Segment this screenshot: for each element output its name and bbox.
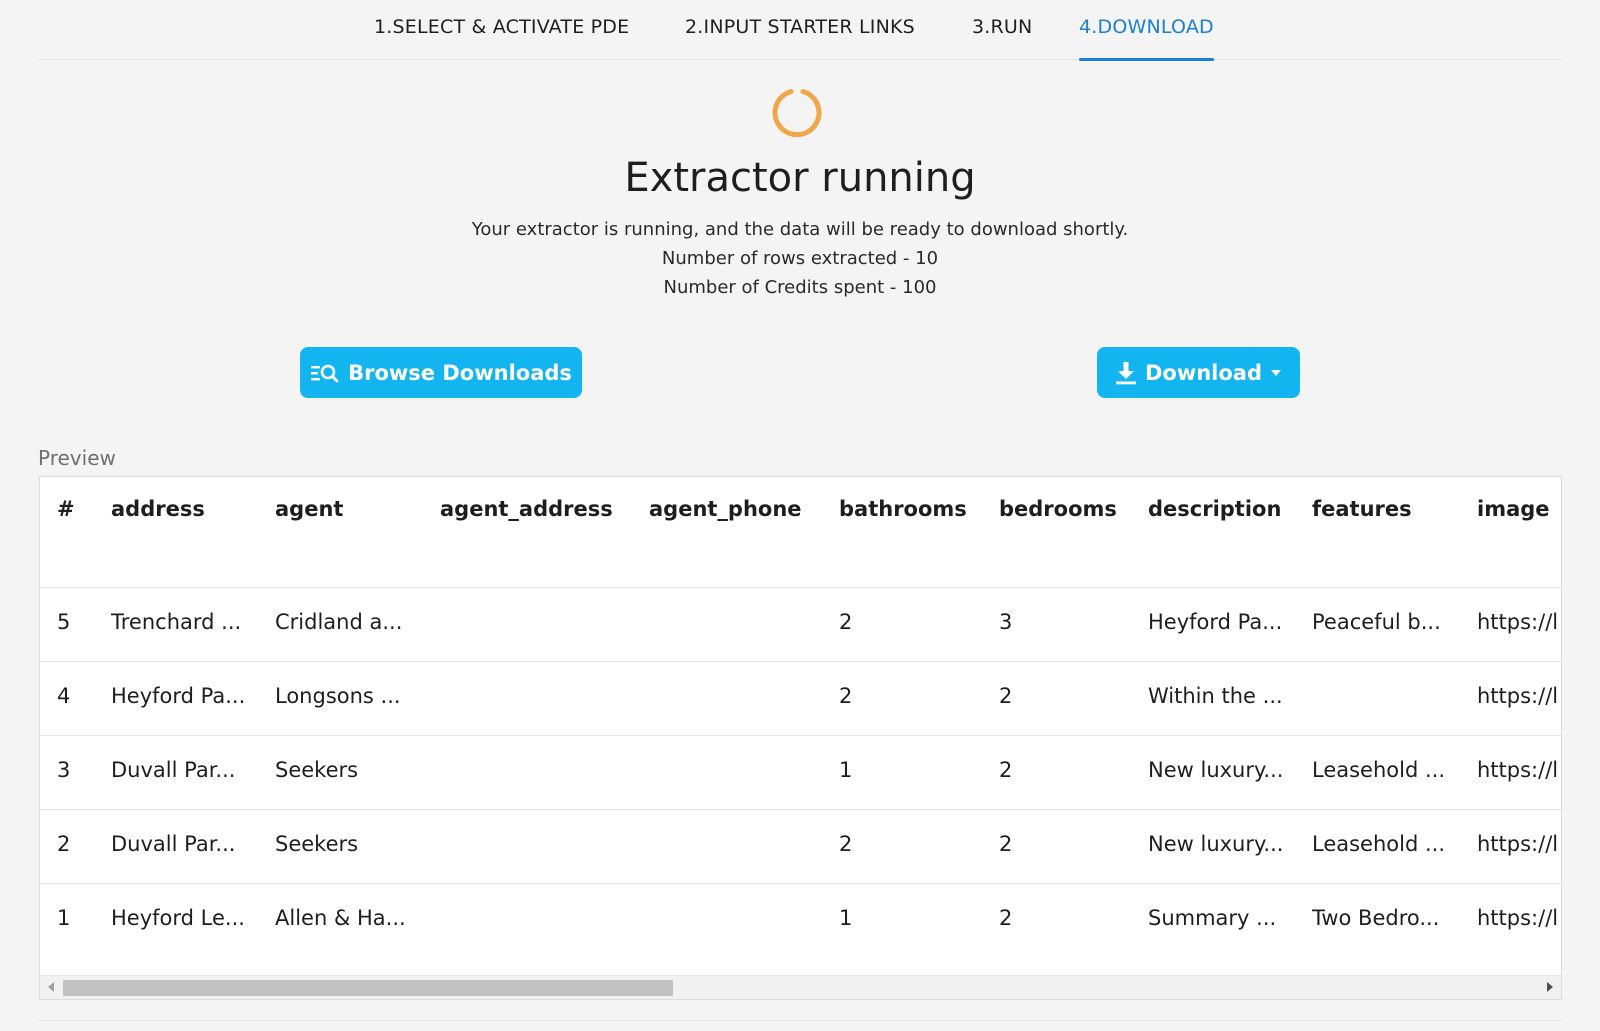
cell-image: https://l: [1477, 906, 1559, 930]
scroll-right-icon[interactable]: [1547, 982, 1553, 992]
column-header-bedrooms[interactable]: bedrooms: [999, 497, 1117, 521]
cell-index: 3: [57, 758, 71, 782]
cell-description: New luxury...: [1148, 758, 1284, 782]
step-tabs: 1.SELECT & ACTIVATE PDE 2.INPUT STARTER …: [38, 0, 1562, 61]
divider: [38, 1020, 1562, 1021]
tab-download[interactable]: 4.DOWNLOAD: [1079, 16, 1214, 61]
cell-bedrooms: 2: [999, 906, 1013, 930]
cell-image: https://l: [1477, 610, 1559, 634]
column-header-bathrooms[interactable]: bathrooms: [839, 497, 967, 521]
cell-features: Two Bedro...: [1312, 906, 1440, 930]
rows-extracted-text: Number of rows extracted - 10: [661, 248, 939, 269]
cell-agent: Allen & Ha...: [275, 906, 406, 930]
table-row[interactable]: 3 Duvall Par... Seekers 1 2 New luxury... Leas…: [40, 736, 1561, 810]
column-header-features[interactable]: features: [1312, 497, 1412, 521]
cell-description: New luxury...: [1148, 832, 1284, 856]
cell-bedrooms: 3: [999, 610, 1013, 634]
cell-index: 1: [57, 906, 71, 930]
cell-image: https://l: [1477, 684, 1559, 708]
cell-agent: Seekers: [275, 832, 359, 856]
caret-down-icon: [1271, 369, 1282, 376]
preview-table: # address agent agent_address agent_phon…: [39, 476, 1562, 1000]
preview-label: Preview: [38, 446, 116, 470]
loading-spinner-icon: [772, 89, 822, 138]
download-button[interactable]: Download: [1097, 347, 1300, 398]
column-header-address[interactable]: address: [111, 497, 205, 521]
browse-downloads-label: Browse Downloads: [348, 360, 572, 385]
cell-address: Trenchard ...: [111, 610, 242, 634]
cell-features: Leasehold ...: [1312, 758, 1446, 782]
table-row[interactable]: 2 Duvall Par... Seekers 2 2 New luxury... Leas…: [40, 810, 1561, 884]
cell-bedrooms: 2: [999, 758, 1013, 782]
cell-bathrooms: 2: [839, 610, 853, 634]
scroll-left-icon[interactable]: [48, 982, 54, 992]
cell-image: https://l: [1477, 758, 1559, 782]
cell-image: https://l: [1477, 832, 1559, 856]
cell-index: 2: [57, 832, 71, 856]
table-header: # address agent agent_address agent_phon…: [40, 477, 1561, 588]
extractor-page: 1.SELECT & ACTIVATE PDE 2.INPUT STARTER …: [0, 0, 1600, 1031]
download-label: Download: [1144, 360, 1263, 385]
cell-agent: Longsons ...: [275, 684, 401, 708]
status-message: Your extractor is running, and the data …: [471, 219, 1129, 240]
cell-description: Summary ...: [1148, 906, 1277, 930]
status-title: Extractor running: [624, 155, 976, 201]
cell-bathrooms: 1: [839, 758, 853, 782]
scrollbar-thumb[interactable]: [63, 980, 673, 996]
column-header-agent-address[interactable]: agent_address: [440, 497, 613, 521]
cell-description: Heyford Pa...: [1148, 610, 1283, 634]
horizontal-scrollbar[interactable]: [40, 975, 1561, 999]
cell-bathrooms: 2: [839, 832, 853, 856]
cell-bedrooms: 2: [999, 684, 1013, 708]
table-row[interactable]: 5 Trenchard ... Cridland a... 2 3 Heyford Pa.…: [40, 588, 1561, 662]
cell-features: Peaceful b...: [1312, 610, 1441, 634]
table-row[interactable]: 4 Heyford Pa... Longsons ... 2 2 Within the .…: [40, 662, 1561, 736]
browse-search-icon: [311, 364, 339, 382]
browse-downloads-button[interactable]: Browse Downloads: [300, 347, 582, 398]
cell-address: Heyford Pa...: [111, 684, 246, 708]
tab-select-activate-pde[interactable]: 1.SELECT & ACTIVATE PDE: [374, 16, 629, 60]
cell-index: 4: [57, 684, 71, 708]
column-header-description[interactable]: description: [1148, 497, 1281, 521]
cell-bathrooms: 2: [839, 684, 853, 708]
table-row[interactable]: 1 Heyford Le... Allen & Ha... 1 2 Summary ...…: [40, 884, 1561, 958]
cell-bedrooms: 2: [999, 832, 1013, 856]
credits-spent-text: Number of Credits spent - 100: [663, 277, 937, 298]
column-header-index[interactable]: #: [57, 497, 75, 521]
cell-bathrooms: 1: [839, 906, 853, 930]
cell-description: Within the ...: [1148, 684, 1283, 708]
cell-agent: Seekers: [275, 758, 359, 782]
cell-address: Duvall Par...: [111, 758, 236, 782]
column-header-agent-phone[interactable]: agent_phone: [649, 497, 802, 521]
cell-features: Leasehold ...: [1312, 832, 1446, 856]
cell-address: Heyford Le...: [111, 906, 245, 930]
cell-address: Duvall Par...: [111, 832, 236, 856]
column-header-image[interactable]: image: [1477, 497, 1550, 521]
column-header-agent[interactable]: agent: [275, 497, 343, 521]
tab-input-starter-links[interactable]: 2.INPUT STARTER LINKS: [685, 16, 915, 60]
cell-index: 5: [57, 610, 71, 634]
cell-agent: Cridland a...: [275, 610, 403, 634]
tab-run[interactable]: 3.RUN: [972, 16, 1032, 60]
download-icon: [1115, 361, 1136, 384]
